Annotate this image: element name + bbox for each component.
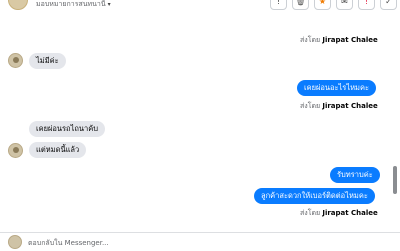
trash-icon: 🗑: [295, 0, 306, 6]
sent-by-label: ส่งโดย Jirapat Chalee: [300, 35, 378, 46]
mark-unread-button[interactable]: ✉: [336, 0, 353, 10]
reply-input[interactable]: [28, 237, 378, 249]
contact-avatar[interactable]: [8, 0, 28, 10]
star-icon: ★: [318, 0, 327, 6]
assign-label: มอบหมายการสนทนานี้: [36, 0, 106, 8]
sender-name: Jirapat Chalee: [322, 36, 378, 44]
chevron-down-icon: ▾: [107, 1, 111, 8]
message-bubble-incoming[interactable]: เคยผ่อนรถไถนาค้บ: [29, 121, 105, 137]
sent-by-prefix: ส่งโดย: [300, 209, 321, 217]
contact-avatar: [8, 143, 23, 158]
sender-name: Jirapat Chalee: [322, 102, 378, 110]
scrollbar-thumb[interactable]: [393, 166, 397, 194]
info-button[interactable]: !: [270, 0, 287, 10]
page-avatar: [8, 235, 22, 249]
assign-conversation-dropdown[interactable]: มอบหมายการสนทนานี้ ▾: [36, 0, 111, 9]
message-bubble-outgoing[interactable]: ลูกค้าสะดวกให้เบอร์ติดต่อไหมคะ: [254, 188, 375, 204]
flag-button[interactable]: !: [358, 0, 375, 10]
sender-name: Jirapat Chalee: [322, 209, 378, 217]
header-actions: ! 🗑 ★ ✉ ! ✓: [270, 0, 397, 10]
sent-by-prefix: ส่งโดย: [300, 102, 321, 110]
mail-icon: ✉: [341, 0, 348, 6]
delete-button[interactable]: 🗑: [292, 0, 309, 10]
flag-icon: !: [364, 0, 369, 6]
message-bubble-incoming[interactable]: ไม่มีค่ะ: [29, 53, 66, 69]
mark-done-button[interactable]: ✓: [380, 0, 397, 10]
message-bubble-outgoing[interactable]: เคยผ่อนอะไรไหมคะ: [297, 80, 377, 96]
message-bubble-incoming[interactable]: แต่หมดนี้แล้ว: [29, 142, 87, 158]
contact-avatar: [8, 53, 23, 68]
sent-by-prefix: ส่งโดย: [300, 36, 321, 44]
star-button[interactable]: ★: [314, 0, 331, 10]
reply-composer: [0, 232, 400, 251]
message-bubble-outgoing[interactable]: รับทราบค่ะ: [330, 167, 380, 183]
check-icon: ✓: [385, 0, 392, 6]
conversation-header: มอบหมายการสนทนานี้ ▾ ! 🗑 ★ ✉ ! ✓: [0, 0, 400, 12]
sent-by-label: ส่งโดย Jirapat Chalee: [300, 208, 378, 219]
sent-by-label: ส่งโดย Jirapat Chalee: [300, 101, 378, 112]
info-icon: !: [276, 0, 281, 6]
